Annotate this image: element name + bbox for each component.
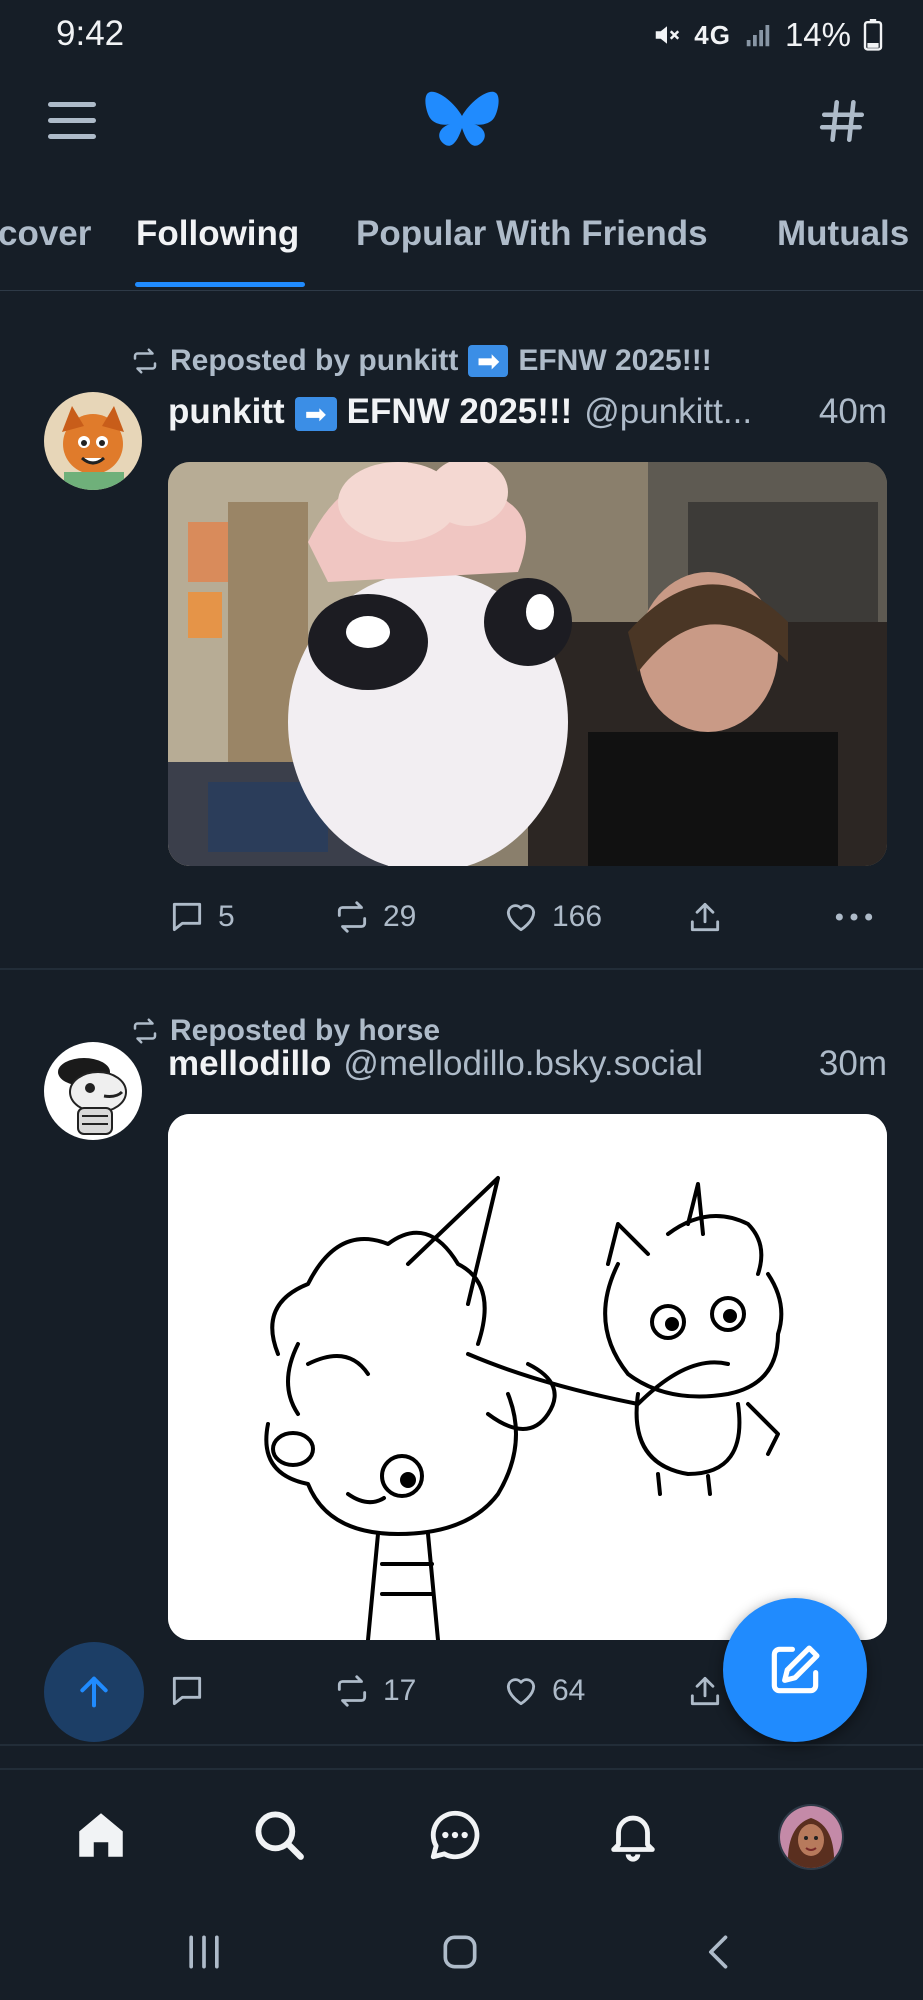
chat-icon[interactable] bbox=[426, 1806, 484, 1864]
author-handle: @punkitt... bbox=[584, 392, 753, 431]
search-icon[interactable] bbox=[250, 1806, 308, 1864]
author-handle: @mellodillo.bsky.social bbox=[343, 1044, 704, 1083]
heart-icon bbox=[506, 904, 536, 932]
compose-icon bbox=[771, 1645, 820, 1694]
network-type: 4G bbox=[694, 19, 731, 50]
repost-line: Reposted by punkitt ➡ EFNW 2025!!! bbox=[130, 344, 712, 378]
tab-following[interactable]: Following bbox=[136, 214, 299, 254]
post-time: 40m bbox=[818, 392, 887, 431]
repost-label: Reposted by horse bbox=[170, 1014, 441, 1047]
share-icon bbox=[690, 1676, 720, 1706]
like-count: 64 bbox=[552, 1674, 586, 1707]
butterfly-logo-icon[interactable] bbox=[424, 88, 500, 154]
bottom-nav bbox=[0, 1768, 923, 1906]
author-name[interactable]: mellodillo bbox=[168, 1044, 331, 1084]
recent-apps-icon[interactable] bbox=[182, 1930, 226, 1974]
more-options-button[interactable] bbox=[832, 898, 876, 936]
status-bar: 9:42 4G 14% bbox=[0, 0, 923, 76]
post-author-line: mellodillo @mellodillo.bsky.social 30m bbox=[168, 1044, 887, 1084]
home-button-icon[interactable] bbox=[438, 1930, 482, 1974]
hashtag-icon[interactable] bbox=[818, 96, 868, 146]
share-icon bbox=[690, 902, 720, 932]
repost-icon bbox=[133, 1018, 157, 1044]
tab-popular-with-friends[interactable]: Popular With Friends bbox=[356, 214, 708, 254]
feed-post[interactable]: Reposted by punkitt ➡ EFNW 2025!!! punki… bbox=[0, 300, 923, 970]
repost-label: Reposted by punkitt bbox=[170, 344, 459, 377]
like-button[interactable]: 166 bbox=[502, 898, 602, 936]
reply-icon bbox=[172, 902, 202, 932]
arrow-up-icon bbox=[80, 1676, 108, 1708]
tab-discover[interactable]: cover bbox=[0, 214, 91, 254]
repost-count: 29 bbox=[383, 900, 417, 933]
hamburger-menu-icon[interactable] bbox=[46, 98, 100, 144]
post-author-line: punkitt ➡ EFNW 2025!!! @punkitt... 40m bbox=[168, 392, 887, 432]
reply-button[interactable]: 5 bbox=[168, 898, 235, 936]
repost-button[interactable]: 17 bbox=[333, 1672, 416, 1710]
profile-avatar[interactable] bbox=[778, 1804, 844, 1870]
reply-count: 5 bbox=[218, 900, 235, 933]
post-time: 30m bbox=[818, 1044, 887, 1083]
avatar[interactable] bbox=[44, 1042, 142, 1140]
tab-mutuals[interactable]: Mutuals bbox=[777, 214, 909, 254]
repost-line: Reposted by horse bbox=[130, 1014, 440, 1048]
arrow-emoji-icon: ➡ bbox=[468, 345, 509, 377]
heart-icon bbox=[506, 1678, 536, 1706]
arrow-emoji-icon: ➡ bbox=[294, 397, 337, 431]
repost-icon bbox=[133, 348, 157, 374]
share-button[interactable] bbox=[686, 1672, 724, 1710]
reply-icon bbox=[172, 1676, 202, 1706]
scroll-to-top-button[interactable] bbox=[44, 1642, 144, 1742]
signal-icon bbox=[746, 25, 770, 47]
post-actions: 5 29 166 bbox=[168, 898, 887, 948]
mute-icon bbox=[656, 26, 680, 44]
ellipsis-icon bbox=[835, 913, 873, 921]
post-divider bbox=[0, 1744, 923, 1746]
post-image[interactable] bbox=[168, 1114, 887, 1640]
repost-count: 17 bbox=[383, 1674, 417, 1707]
status-time: 9:42 bbox=[56, 14, 125, 53]
feed-tabs: cover Following Popular With Friends Mut… bbox=[0, 200, 923, 291]
status-icons: 4G 14% bbox=[652, 16, 883, 54]
active-tab-indicator bbox=[135, 282, 305, 287]
notifications-icon[interactable] bbox=[604, 1806, 662, 1864]
share-button[interactable] bbox=[686, 898, 724, 936]
avatar[interactable] bbox=[44, 392, 142, 490]
author-name[interactable]: punkitt bbox=[168, 392, 285, 432]
reply-button[interactable] bbox=[168, 1672, 218, 1710]
repost-icon bbox=[337, 901, 367, 933]
post-image[interactable] bbox=[168, 462, 887, 866]
battery-percent: 14% bbox=[784, 16, 851, 53]
battery-icon bbox=[863, 19, 883, 51]
system-nav-bar bbox=[0, 1904, 923, 2000]
repost-button[interactable]: 29 bbox=[333, 898, 416, 936]
back-icon[interactable] bbox=[698, 1930, 742, 1974]
repost-label-suffix: EFNW 2025!!! bbox=[518, 344, 712, 377]
compose-post-button[interactable] bbox=[723, 1598, 867, 1742]
app-header bbox=[0, 76, 923, 166]
home-icon[interactable] bbox=[72, 1806, 130, 1864]
author-name-suffix: EFNW 2025!!! bbox=[346, 392, 573, 431]
repost-icon bbox=[337, 1675, 367, 1707]
like-button[interactable]: 64 bbox=[502, 1672, 585, 1710]
like-count: 166 bbox=[552, 900, 603, 933]
